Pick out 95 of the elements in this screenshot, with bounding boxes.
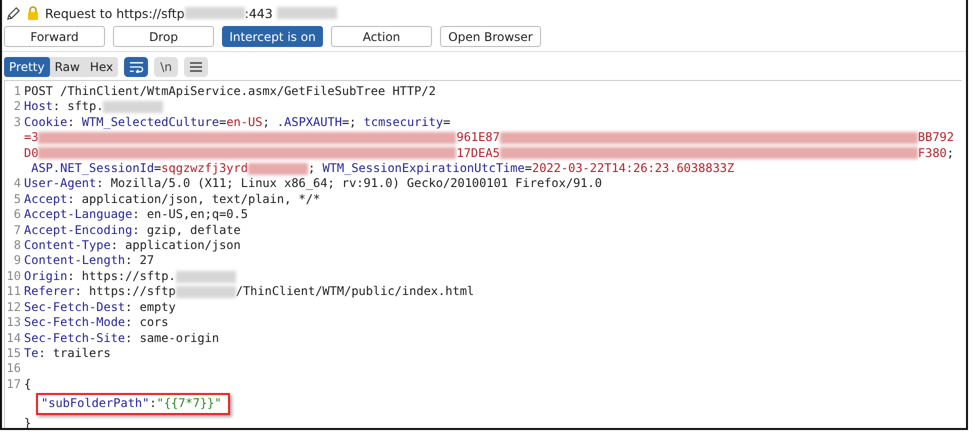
code-text: : application/json, text/plain, */* [67,192,320,208]
header-name: Sec-Fetch-Site [24,330,126,346]
header-name: Content-Type [24,238,111,254]
line-number: 12 [6,300,21,314]
code-text: : https://sftp. [67,268,176,284]
code-text: : Mozilla/5.0 (X11; Linux x86_64; rv:91.0) Gecko/20100101 Firefox/91.0 [96,176,602,192]
wrap-lines-icon[interactable] [124,57,148,77]
json-key: "subFolderPath" [41,396,150,410]
header-value: BB792 [918,130,954,146]
header-name: Accept-Language [24,207,132,223]
code-text: = [219,114,226,130]
pencil-icon[interactable] [6,6,21,20]
header-name: ASP.NET_SessionId [31,161,154,176]
code-text: = [524,161,532,176]
redacted-block [248,162,308,175]
toolbar-button[interactable]: Forward [4,26,105,47]
header-name: Sec-Fetch-Mode [24,315,126,330]
view-tab[interactable]: Pretty [4,57,50,77]
header-value: en-US [226,114,262,130]
redacted-block [176,270,236,283]
json-value: "{{7*7}}" [156,396,222,410]
header-name: .ASPXAUTH [276,114,342,130]
header-value: 17DEA5 [456,146,500,162]
header-value: D0 [24,146,38,162]
request-title: :443 [244,6,274,20]
header-name: Referer [24,284,75,300]
redacted-block [276,7,337,19]
header-name: Accept [24,192,68,208]
code-text: /ThinClient/WTM/public/index.html [236,284,474,300]
code-text: : en-US,en;q=0.5 [132,207,248,223]
request-editor[interactable] [4,80,962,428]
header-name: Host [24,99,53,115]
header-value: sqgzwzfj3yrd [161,161,248,176]
code-text: ; [308,161,316,176]
line-number: 6 [14,207,21,222]
header-name: Sec-Fetch-Dest [24,300,126,316]
redacted-block [176,286,236,298]
header-name: WTM_SelectedCulture [82,114,220,130]
code-text: : gzip, deflate [132,222,241,238]
toolbar-button[interactable]: Drop [113,26,214,47]
line-number: 10 [6,268,21,283]
newline-toggle[interactable]: \n [154,57,178,77]
redacted-block [103,101,164,114]
code-text: POST /ThinClient/WtmApiService.asmx/GetFileSubTree HTTP/2 [24,84,436,100]
line-number: 17 [6,376,21,391]
code-text: { [24,376,32,392]
header-name: Accept-Encoding [24,222,132,238]
line-number: 9 [14,253,21,268]
code-text: : application/json [110,238,241,254]
code-text: : https://sftp [74,284,176,300]
code-text: = [443,114,450,130]
line-number: 11 [6,284,21,298]
header-name: Origin [24,268,68,284]
header-name: Content-Length [24,253,126,269]
code-text: : [67,114,76,130]
line-number: 13 [6,315,21,330]
header-name: tcmsecurity [364,114,444,130]
toolbar-button[interactable]: Open Browser [440,26,541,47]
code-text: = [154,161,162,176]
menu-icon[interactable] [184,57,208,77]
header-value: F380 [918,146,947,162]
line-number: 4 [14,176,21,190]
code-text: : cors [125,315,169,330]
toolbar-button[interactable]: Intercept is on [222,26,323,47]
line-number: 1 [14,84,21,98]
line-number: 5 [14,192,21,206]
code-text: =; [342,114,358,130]
header-name: Te [24,346,38,362]
line-number: 3 [14,114,21,129]
toolbar-button[interactable]: Action [331,26,432,47]
header-value: 961E87 [456,130,500,146]
line-number: 15 [6,346,21,360]
header-name: WTM_SessionExpirationUtcTime [322,161,525,176]
code-text: : [149,396,157,410]
view-tab[interactable]: Raw [50,57,85,77]
header-name: Cookie [24,114,68,130]
code-text: : empty [125,300,176,316]
code-text: ; [262,114,271,130]
line-number: 8 [14,238,21,252]
line-number: 16 [6,361,21,376]
code-text: : 27 [125,253,154,269]
header-name: User-Agent [24,176,96,192]
code-text: : same-origin [125,330,220,346]
line-number: 2 [14,99,21,114]
code-text: ; [946,146,954,162]
redacted-block [184,7,245,19]
lock-icon [27,6,39,20]
view-tab[interactable]: Hex [84,57,118,77]
line-number: 7 [14,222,21,237]
code-text: : trailers [38,346,111,362]
code-text: : sftp. [52,99,104,115]
header-value: =3 [24,130,38,146]
request-title: Request to https://sftp [45,6,185,20]
header-value: 2022-03-22T14:26:23.6038833Z [532,161,734,176]
line-number: 14 [6,330,21,344]
